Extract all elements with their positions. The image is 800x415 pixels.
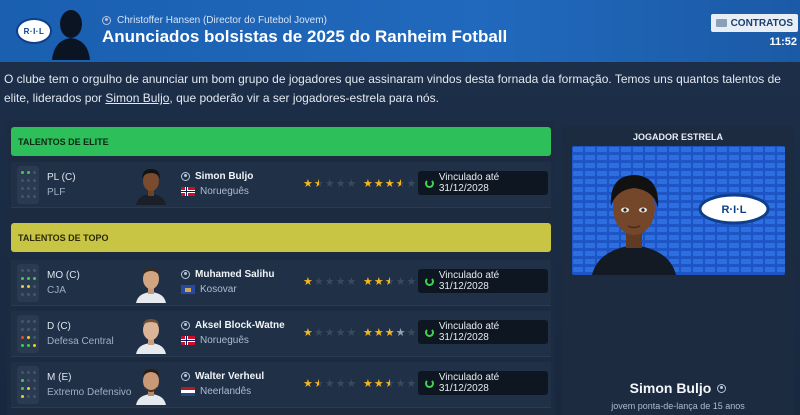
badge-text: R·I·L (721, 204, 746, 216)
contracts-label: CONTRATOS (730, 17, 793, 29)
player-nationality-line: Kosovar (181, 284, 237, 295)
potential-ability-stars: ★ ★ ★ ★ ★ (363, 178, 417, 190)
section-top-header: TALENTOS DE TOPO (11, 223, 551, 252)
clock-time: 11:52 (769, 36, 797, 48)
star-player-name-line: Simon Buljo (562, 380, 794, 396)
player-position: PL (C) (47, 172, 76, 183)
contract-status[interactable]: Vinculado até 31/12/2028 (418, 320, 548, 344)
star-player-heading: JOGADOR ESTRELA (632, 132, 723, 142)
intro-text-after: , que poderão vir a ser jogadores-estrel… (169, 91, 439, 105)
netherlands-flag-icon (181, 387, 195, 396)
kosovo-flag-icon (181, 285, 195, 294)
player-role: PLF (47, 187, 66, 198)
player-name[interactable]: Aksel Block-Watne (195, 320, 285, 331)
player-position: M (E) (47, 372, 72, 383)
contract-status[interactable]: Vinculado até 31/12/2028 (418, 269, 548, 293)
contract-status[interactable]: Vinculado até 31/12/2028 (418, 371, 548, 395)
star-player-panel: JOGADOR ESTRELA R·I·L Simon Buljo jovem … (562, 126, 794, 415)
player-face[interactable] (136, 314, 166, 354)
person-icon (102, 16, 111, 25)
player-position: MO (C) (47, 270, 80, 281)
player-nationality-line: Norueguês (181, 186, 249, 197)
potential-ability-stars: ★ ★ ★ ★ ★ (363, 276, 417, 288)
section-elite-header: TALENTOS DE ELITE (11, 127, 551, 156)
person-icon (181, 270, 190, 279)
norway-flag-icon (181, 336, 195, 345)
player-row[interactable]: M (E) Extremo Defensivo Walter Verheul N… (11, 362, 551, 408)
club-logo[interactable]: R·I·L (16, 18, 52, 44)
sender-name[interactable]: Christoffer Hansen (Director do Futebol … (117, 15, 327, 26)
player-name-line: Aksel Block-Watne (181, 320, 285, 331)
position-pitch-icon (17, 366, 39, 404)
player-nationality: Neerlandês (200, 386, 252, 397)
player-row[interactable]: D (C) Defesa Central Aksel Block-Watne N… (11, 311, 551, 357)
player-face[interactable] (136, 365, 166, 405)
player-nationality: Kosovar (200, 284, 237, 295)
player-name-line: Walter Verheul (181, 371, 264, 382)
star-player-name[interactable]: Simon Buljo (630, 380, 712, 396)
renew-icon (425, 327, 434, 337)
position-pitch-icon (17, 315, 39, 353)
person-icon (717, 383, 727, 393)
player-link[interactable]: Simon Buljo (105, 91, 169, 105)
message-header: R·I·L Christoffer Hansen (Director do Fu… (0, 0, 800, 62)
player-name[interactable]: Muhamed Salihu (195, 269, 274, 280)
player-name[interactable]: Walter Verheul (195, 371, 264, 382)
person-icon (181, 321, 190, 330)
player-nationality-line: Norueguês (181, 335, 249, 346)
position-pitch-icon (17, 264, 39, 302)
contracts-button[interactable]: CONTRATOS (710, 14, 798, 32)
sender-line: Christoffer Hansen (Director do Futebol … (102, 15, 327, 26)
player-role: Extremo Defensivo (47, 387, 132, 398)
player-name-line: Muhamed Salihu (181, 269, 274, 280)
current-ability-stars: ★ ★ ★ ★ ★ (303, 327, 357, 339)
player-face[interactable] (136, 165, 166, 205)
player-role: CJA (47, 285, 66, 296)
star-player-image[interactable]: R·I·L (572, 146, 785, 275)
player-face[interactable] (136, 263, 166, 303)
sender-avatar[interactable] (50, 4, 92, 60)
current-ability-stars: ★ ★ ★ ★ ★ (303, 378, 357, 390)
contract-text: Vinculado até 31/12/2028 (438, 321, 500, 343)
player-position: D (C) (47, 321, 71, 332)
current-ability-stars: ★ ★ ★ ★ ★ (303, 178, 357, 190)
person-icon (181, 172, 190, 181)
contract-text: Vinculado até 31/12/2028 (438, 172, 500, 194)
renew-icon (425, 178, 434, 188)
renew-icon (425, 276, 434, 286)
potential-ability-stars: ★ ★ ★ ★ ★ (363, 327, 417, 339)
page-title: Anunciados bolsistas de 2025 do Ranheim … (102, 27, 508, 46)
contract-text: Vinculado até 31/12/2028 (438, 270, 500, 292)
current-ability-stars: ★ ★ ★ ★ ★ (303, 276, 357, 288)
person-icon (181, 372, 190, 381)
player-row[interactable]: MO (C) CJA Muhamed Salihu Kosovar ★ ★ ★ ★ ★ … (11, 260, 551, 306)
player-name-line: Simon Buljo (181, 171, 253, 182)
position-pitch-icon (17, 166, 39, 204)
player-nationality: Norueguês (200, 335, 249, 346)
intro-paragraph: O clube tem o orgulho de anunciar um bom… (4, 70, 796, 108)
contract-text: Vinculado até 31/12/2028 (438, 372, 500, 394)
player-nationality-line: Neerlandês (181, 386, 251, 397)
player-name[interactable]: Simon Buljo (195, 171, 253, 182)
players-panel: TALENTOS DE ELITE PL (C) PLF Simon Buljo… (7, 121, 555, 415)
potential-ability-stars: ★ ★ ★ ★ ★ (363, 378, 417, 390)
player-row[interactable]: PL (C) PLF Simon Buljo Norueguês ★ ★ ★ ★ ★ ★… (11, 162, 551, 208)
renew-icon (425, 378, 434, 388)
norway-flag-icon (181, 187, 195, 196)
player-role: Defesa Central (47, 336, 114, 347)
player-nationality: Norueguês (200, 186, 249, 197)
star-player-description: jovem ponta-de-lança de 15 anos (611, 401, 745, 411)
contract-icon (715, 19, 727, 27)
contract-status[interactable]: Vinculado até 31/12/2028 (418, 171, 548, 195)
